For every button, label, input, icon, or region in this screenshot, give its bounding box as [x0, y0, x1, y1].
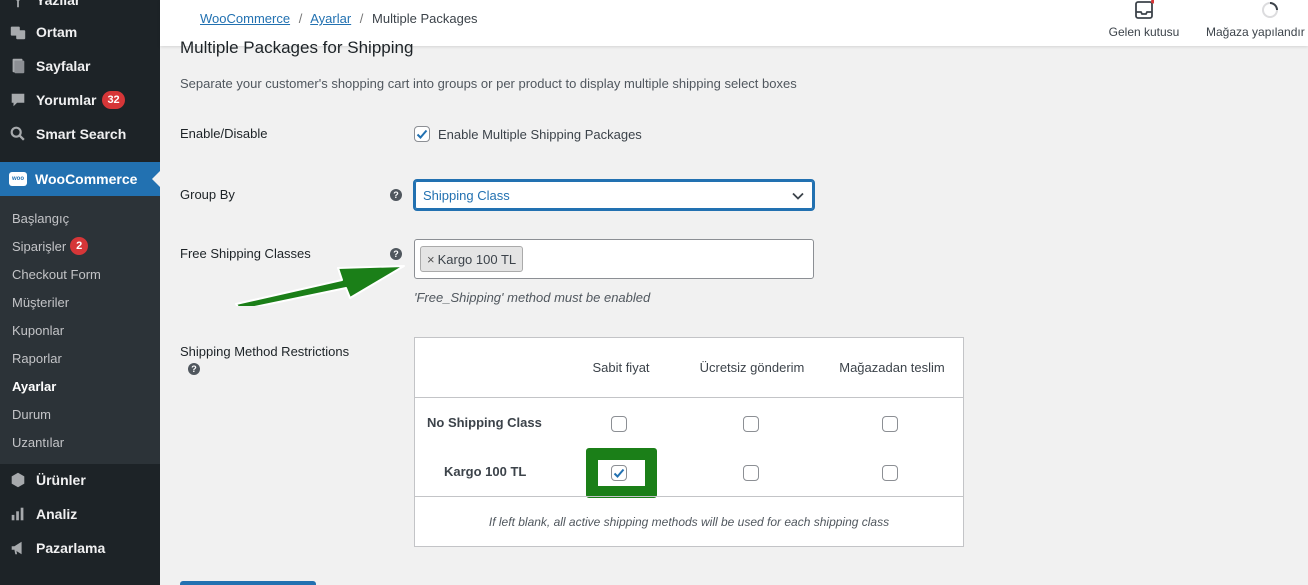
sidebar-item-pages[interactable]: Sayfalar [0, 49, 160, 83]
checkmark-icon [416, 129, 428, 139]
sidebar-item-media[interactable]: Ortam [0, 15, 160, 49]
submenu-item-checkout-form[interactable]: Checkout Form [12, 260, 101, 288]
submenu-item-settings[interactable]: Ayarlar [12, 372, 56, 400]
comments-icon [8, 90, 28, 110]
submenu-item-status[interactable]: Durum [12, 400, 51, 428]
selected-tag-kargo-100-tl: × Kargo 100 TL [420, 246, 524, 272]
progress-spinner-icon [1262, 2, 1278, 18]
enable-multiple-packages-field[interactable]: Enable Multiple Shipping Packages [414, 126, 642, 142]
free-shipping-note: 'Free_Shipping' method must be enabled [414, 290, 651, 305]
group-by-select[interactable]: Shipping Class [413, 179, 815, 211]
breadcrumb-current: Multiple Packages [372, 11, 478, 26]
submenu-item-reports[interactable]: Raporlar [12, 344, 62, 372]
page-title: Multiple Packages for Shipping [180, 38, 414, 57]
woocommerce-submenu: Başlangıç Siparişler 2 Checkout Form Müşt… [0, 196, 160, 464]
column-header-free-shipping: Ücretsiz gönderim [699, 360, 805, 375]
chevron-down-icon [792, 192, 804, 200]
table-divider [415, 496, 963, 497]
help-icon[interactable]: ? [390, 189, 402, 201]
breadcrumb: WooCommerce / Ayarlar / Multiple Package… [200, 11, 478, 26]
checkbox-kargo-flat-rate[interactable] [611, 465, 627, 481]
checkbox-kargo-free-shipping[interactable] [743, 465, 759, 481]
checkbox-no-class-free-shipping[interactable] [743, 416, 759, 432]
restrictions-note: If left blank, all active shipping metho… [488, 515, 890, 529]
search-icon [8, 124, 28, 144]
inbox-button[interactable]: Gelen kutusu [1106, 0, 1182, 46]
comments-count-badge: 32 [102, 91, 125, 109]
column-header-flat-rate: Sabit fiyat [592, 360, 650, 375]
remove-tag-icon[interactable]: × [427, 252, 435, 267]
products-icon [8, 470, 28, 490]
checkbox-kargo-local-pickup[interactable] [882, 465, 898, 481]
orders-count-badge: 2 [70, 237, 89, 255]
submenu-item-extensions[interactable]: Uzantılar [12, 428, 64, 456]
free-shipping-classes-multiselect[interactable]: × Kargo 100 TL [414, 239, 814, 279]
row-label-no-shipping-class: No Shipping Class [427, 415, 542, 430]
sidebar-item-woocommerce[interactable]: woo WooCommerce [0, 162, 160, 196]
annotation-arrow-icon [235, 265, 405, 306]
shipping-method-restrictions-label: Shipping Method Restrictions [180, 344, 350, 359]
page-description: Separate your customer's shopping cart i… [180, 76, 797, 91]
admin-sidebar: Yazılar Ortam Sayfalar Yorumlar 32 Smart… [0, 0, 160, 585]
submenu-item-coupons[interactable]: Kuponlar [12, 316, 64, 344]
help-icon[interactable]: ? [188, 363, 200, 375]
analytics-icon [8, 504, 28, 524]
sidebar-item-comments[interactable]: Yorumlar 32 [0, 83, 160, 117]
sidebar-item-analytics[interactable]: Analiz [0, 497, 160, 531]
checkbox-no-class-flat-rate[interactable] [611, 416, 627, 432]
group-by-label: Group By [180, 187, 235, 202]
save-changes-button[interactable] [180, 581, 316, 585]
table-divider [415, 397, 963, 398]
sidebar-item-marketing[interactable]: Pazarlama [0, 531, 160, 565]
settings-content: Multiple Packages for Shipping Separate … [160, 38, 1308, 585]
marketing-icon [8, 538, 28, 558]
store-setup-button[interactable]: Mağaza yapılandır [1202, 0, 1308, 46]
current-menu-arrow [152, 171, 160, 187]
checkmark-icon [613, 468, 625, 478]
enable-multiple-packages-checkbox[interactable] [414, 126, 430, 142]
checkbox-no-class-local-pickup[interactable] [882, 416, 898, 432]
woocommerce-logo-icon: woo [9, 172, 27, 186]
shipping-restrictions-table: Sabit fiyat Ücretsiz gönderim Mağazadan … [414, 337, 964, 547]
sidebar-item-products[interactable]: Ürünler [0, 463, 160, 497]
submenu-item-home[interactable]: Başlangıç [12, 204, 69, 232]
inbox-icon [1135, 0, 1154, 19]
column-header-local-pickup: Mağazadan teslim [839, 360, 945, 375]
submenu-item-customers[interactable]: Müşteriler [12, 288, 69, 316]
submenu-item-orders[interactable]: Siparişler 2 [12, 232, 89, 260]
row-label-kargo-100-tl: Kargo 100 TL [444, 464, 527, 479]
breadcrumb-link-woocommerce[interactable]: WooCommerce [200, 11, 290, 26]
pin-icon [8, 0, 28, 10]
pages-icon [8, 56, 28, 76]
media-icon [8, 22, 28, 42]
sidebar-item-smart-search[interactable]: Smart Search [0, 117, 160, 151]
enable-disable-label: Enable/Disable [180, 126, 268, 141]
breadcrumb-link-settings[interactable]: Ayarlar [310, 11, 351, 26]
